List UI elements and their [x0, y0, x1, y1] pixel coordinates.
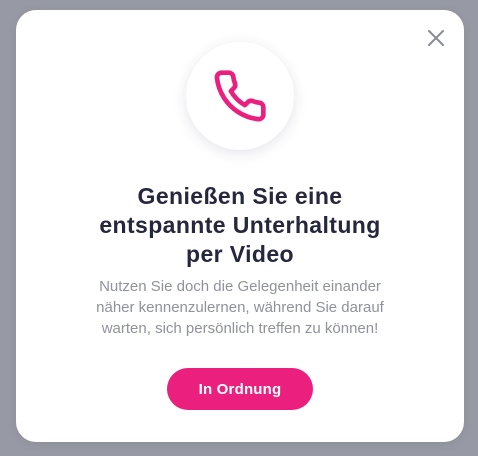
- dialog-title-line: per Video: [186, 241, 294, 267]
- ok-button[interactable]: In Ordnung: [167, 368, 313, 410]
- video-call-dialog: Genießen Sie eine entspannte Unterhaltun…: [16, 10, 464, 442]
- dialog-title-line: Genießen Sie eine: [137, 183, 343, 209]
- close-button[interactable]: [426, 28, 446, 48]
- dialog-title: Genießen Sie eine entspannte Unterhaltun…: [16, 182, 464, 269]
- phone-icon: [214, 70, 266, 122]
- description-line: warten, sich persönlich treffen zu könne…: [101, 320, 379, 337]
- close-icon: [428, 30, 444, 46]
- phone-icon-badge: [186, 42, 294, 150]
- dialog-description: Nutzen Sie doch die Gelegenheit einander…: [16, 276, 464, 339]
- description-line: Nutzen Sie doch die Gelegenheit einander: [99, 278, 381, 295]
- description-line: näher kennenzulernen, während Sie darauf: [96, 299, 384, 316]
- dialog-title-line: entspannte Unterhaltung: [99, 212, 381, 238]
